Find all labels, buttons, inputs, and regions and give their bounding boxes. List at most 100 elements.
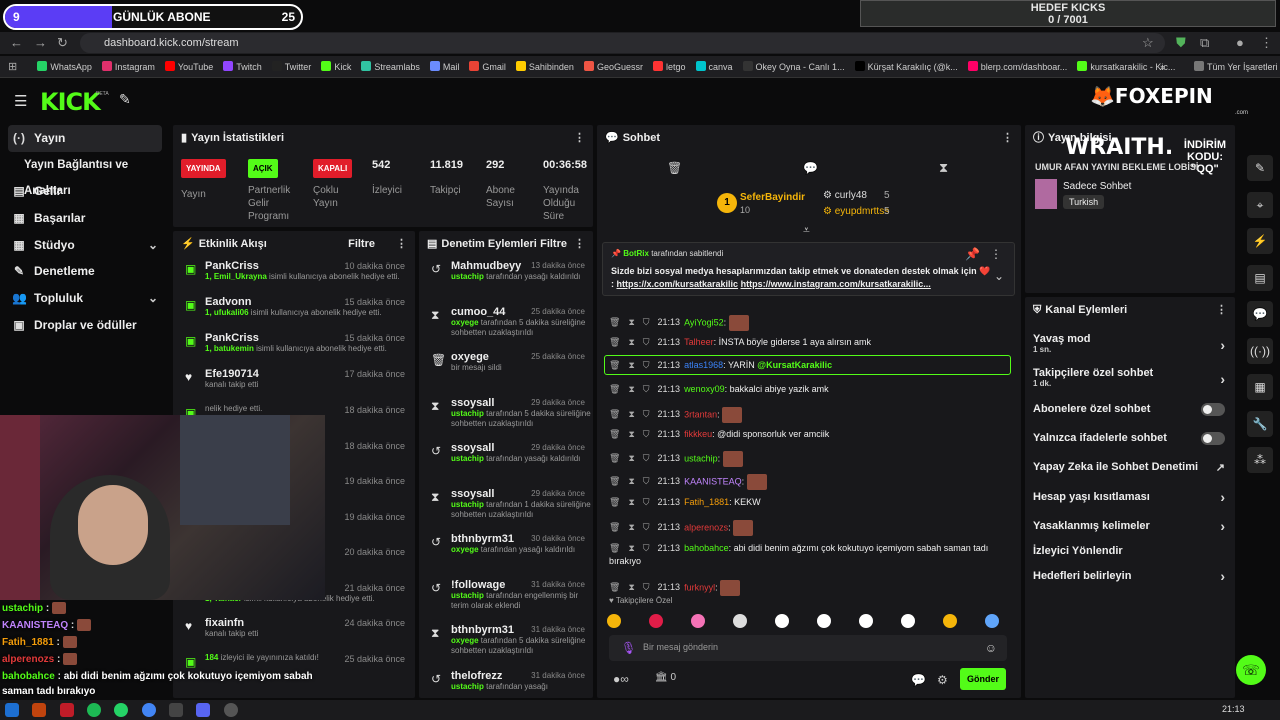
channel-actions-menu-icon[interactable]: ⋮: [1216, 297, 1227, 323]
channel-action-row[interactable]: Yavaş mod 1 sn. ›: [1033, 333, 1225, 357]
hamburger-icon[interactable]: ☰: [14, 92, 27, 110]
moderation-menu-icon[interactable]: ⋮: [574, 231, 585, 257]
collapse-icon[interactable]: ⩡: [803, 223, 810, 238]
rail-button-icon[interactable]: ⁂: [1247, 447, 1273, 473]
rail-button-icon[interactable]: ✎: [1247, 155, 1273, 181]
bookmark-item[interactable]: Kürşat Karakılıç (@k...: [854, 56, 958, 77]
bookmark-item[interactable]: GeoGuessr: [583, 56, 643, 77]
shield-icon[interactable]: ⛊: [1176, 35, 1186, 51]
bookmark-item[interactable]: Instagram: [101, 56, 155, 77]
delete-message-icon[interactable]: 🗑: [609, 497, 620, 507]
delete-message-icon[interactable]: 🗑: [609, 384, 620, 394]
toggle-switch[interactable]: [1201, 403, 1225, 416]
leader-1-name[interactable]: SeferBayindir: [740, 192, 805, 203]
delete-message-icon[interactable]: 🗑: [609, 522, 620, 532]
bookmark-item[interactable]: WhatsApp: [37, 56, 92, 77]
leader-2-name[interactable]: ⚙ curly48: [823, 190, 867, 201]
category-name[interactable]: Sadece Sohbet: [1063, 181, 1131, 192]
emote-picker-icon[interactable]: [691, 614, 705, 628]
message-username[interactable]: furknyyl: [684, 582, 715, 592]
delete-message-icon[interactable]: 🗑: [609, 317, 620, 327]
emote-picker-icon[interactable]: [775, 614, 789, 628]
pinned-menu-icon[interactable]: ⋮: [990, 247, 1002, 261]
bookmark-item[interactable]: Kick: [321, 56, 351, 77]
timeout-icon[interactable]: ⧗: [628, 429, 634, 439]
gear-icon[interactable]: ⚙: [937, 673, 948, 687]
emote-picker-icon[interactable]: [943, 614, 957, 628]
rail-button-icon[interactable]: ▦: [1247, 374, 1273, 400]
timeout-icon[interactable]: ⧗: [628, 360, 634, 370]
pin-icon[interactable]: ✎: [119, 91, 131, 108]
chat-settings-icon[interactable]: 💬: [911, 673, 926, 687]
obs-icon[interactable]: [223, 703, 238, 717]
url-bar[interactable]: dashboard.kick.com/stream: [80, 33, 1165, 53]
chat-input[interactable]: 🎙 Bir mesaj gönderin ☺: [609, 635, 1007, 661]
support-chat-icon[interactable]: ☏: [1236, 655, 1266, 685]
delete-message-icon[interactable]: 🗑: [609, 582, 620, 592]
message-username[interactable]: Talheer: [684, 337, 714, 347]
bookmark-item[interactable]: Mail: [429, 56, 459, 77]
channel-action-row[interactable]: Takipçilere özel sohbet 1 dk. ›: [1033, 367, 1225, 391]
chrome-icon[interactable]: [141, 703, 156, 717]
leader-3-name[interactable]: ⚙ eyupdmrttss: [823, 206, 889, 217]
emote-picker-icon[interactable]: [985, 614, 999, 628]
windows-icon[interactable]: [5, 703, 19, 717]
emoji-icon[interactable]: ☺: [985, 641, 997, 655]
discord-icon[interactable]: [196, 703, 211, 717]
send-button[interactable]: Gönder: [960, 668, 1006, 690]
timeout-icon[interactable]: ⧗: [628, 476, 634, 486]
bookmark-item[interactable]: canva: [695, 56, 733, 77]
star-icon[interactable]: ☆: [1142, 35, 1154, 51]
trash-icon[interactable]: 🗑: [667, 161, 682, 175]
bookmark-item[interactable]: blerp.com/dashboar...: [967, 56, 1067, 77]
delete-message-icon[interactable]: 🗑: [609, 409, 620, 419]
delete-message-icon[interactable]: 🗑: [609, 453, 620, 463]
more-bookmarks-icon[interactable]: »: [1160, 56, 1165, 77]
channel-action-row[interactable]: Yasaklanmış kelimeler ›: [1033, 518, 1225, 544]
bookmark-item[interactable]: Twitter: [271, 56, 311, 77]
bookmark-item[interactable]: Streamlabs: [361, 56, 420, 77]
bookmark-item[interactable]: YouTube: [164, 56, 213, 77]
app-icon[interactable]: [169, 703, 184, 717]
activity-filter-button[interactable]: Filtre: [348, 231, 375, 257]
rail-button-icon[interactable]: ⚡: [1247, 228, 1273, 254]
sidebar-item-3[interactable]: ▦ Başarılar: [0, 205, 170, 232]
apps-icon[interactable]: ⊞: [8, 56, 20, 77]
moderation-filter-button[interactable]: Filtre: [540, 231, 567, 257]
message-username[interactable]: 3rtantan: [684, 409, 717, 419]
bookmark-item[interactable]: Sahibinden: [515, 56, 574, 77]
rail-button-icon[interactable]: ▤: [1247, 264, 1273, 291]
app-icon[interactable]: [59, 703, 74, 717]
channel-action-row[interactable]: Yalnızca ifadelerle sohbet: [1033, 432, 1225, 456]
mic-icon[interactable]: 🎙: [621, 641, 636, 655]
bookmark-item[interactable]: Gmail: [469, 56, 506, 77]
toggle-switch[interactable]: [1201, 432, 1225, 445]
emote-picker-icon[interactable]: [859, 614, 873, 628]
whatsapp-icon[interactable]: [114, 703, 129, 717]
timeout-icon[interactable]: ⧗: [628, 543, 634, 553]
expand-icon[interactable]: ⌄: [994, 269, 1004, 283]
rail-button-icon[interactable]: 🔧: [1247, 410, 1273, 437]
message-username[interactable]: KAANISTEAQ: [684, 476, 742, 486]
sidebar-item-5[interactable]: ✎ Denetleme: [0, 258, 170, 285]
bookmark-item[interactable]: Twitch: [223, 56, 262, 77]
app-icon[interactable]: [32, 703, 47, 717]
message-username[interactable]: bahobahce: [684, 543, 729, 553]
sidebar-item-0[interactable]: (·) Yayın: [8, 125, 162, 152]
timeout-icon[interactable]: ⧗: [628, 497, 634, 507]
delete-message-icon[interactable]: 🗑: [609, 337, 620, 347]
points-icon[interactable]: ●∞: [613, 672, 629, 686]
sidebar-item-2[interactable]: ▤ Gelir: [0, 178, 170, 205]
bookmark-item[interactable]: Okey Oyna - Canlı 1...: [742, 56, 845, 77]
rail-button-icon[interactable]: ((·)): [1247, 337, 1273, 364]
timeout-icon[interactable]: ⧗: [628, 384, 634, 394]
channel-action-row[interactable]: Abonelere özel sohbet: [1033, 403, 1225, 427]
delete-message-icon[interactable]: 🗑: [609, 429, 620, 439]
hourglass-icon[interactable]: ⧗: [939, 160, 948, 176]
back-icon[interactable]: ←: [10, 35, 23, 50]
rail-button-icon[interactable]: ⌖: [1247, 191, 1273, 218]
activity-menu-icon[interactable]: ⋮: [396, 231, 407, 257]
timeout-icon[interactable]: ⧗: [628, 409, 634, 419]
message-mention[interactable]: @KursatKarakilic: [757, 360, 832, 370]
emote-picker-icon[interactable]: [901, 614, 915, 628]
